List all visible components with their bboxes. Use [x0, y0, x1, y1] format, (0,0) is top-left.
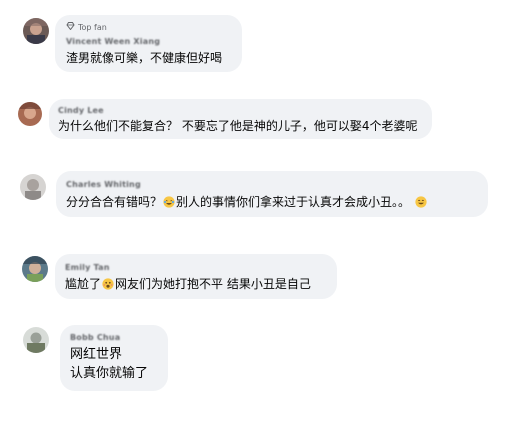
- avatar[interactable]: [20, 174, 46, 200]
- comment-author[interactable]: Vincent Ween Xiang: [66, 37, 160, 46]
- comment-text: 为什么他们不能复合？ 不要忘了他是神的儿子，他可以娶4个老婆呢: [58, 119, 418, 133]
- comment-text-part: 网友们为她打抱不平 结果小丑是自己: [115, 277, 311, 291]
- top-fan-badge: Top fan: [66, 22, 107, 32]
- comment-text-part: 别人的事情你们拿来过于认真才会成小丑。。: [176, 195, 411, 209]
- comment-text: 渣男就像可樂，不健康但好喝: [66, 51, 223, 65]
- comment-text-line-1: 网红世界: [70, 347, 123, 362]
- comment-author[interactable]: Charles Whiting: [66, 180, 141, 189]
- comment-author[interactable]: Bobb Chua: [70, 333, 120, 342]
- avatar[interactable]: [23, 327, 49, 353]
- comment-text-line-2: 认真你就输了: [70, 366, 149, 381]
- diamond-icon: [66, 22, 75, 32]
- avatar[interactable]: [22, 256, 48, 282]
- comment-text: 分分合合有错吗？ 别人的事情你们拿来过于认真才会成小丑。。: [66, 194, 428, 210]
- comment-author[interactable]: Cindy Lee: [58, 106, 104, 115]
- comment-author[interactable]: Emily Tan: [65, 263, 110, 272]
- badge-label: Top fan: [78, 22, 107, 32]
- avatar[interactable]: [23, 18, 49, 44]
- comment-text-part: 尴尬了: [65, 277, 102, 291]
- comment-text: 尴尬了 网友们为她打抱不平 结果小丑是自己: [65, 276, 311, 292]
- open-mouth-emoji-icon: [102, 278, 114, 290]
- comment-text-part: 分分合合有错吗？: [66, 195, 163, 209]
- grinning-emoji-icon: [415, 196, 427, 208]
- laughing-tears-emoji-icon: [163, 196, 175, 208]
- avatar[interactable]: [18, 102, 42, 126]
